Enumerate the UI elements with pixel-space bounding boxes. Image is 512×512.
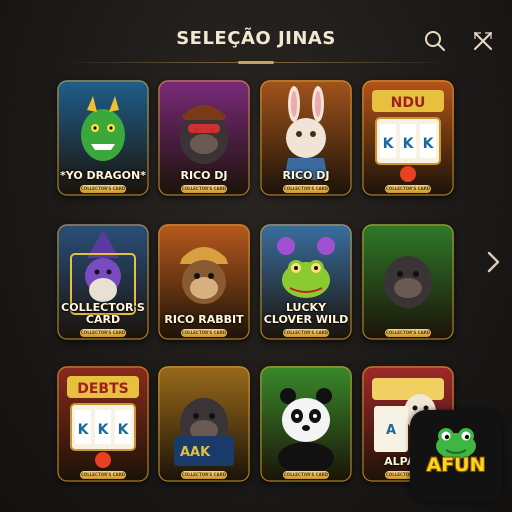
collectors-card-badge: COLLECTOR'S CARD bbox=[385, 329, 431, 337]
svg-text:K: K bbox=[78, 422, 90, 438]
collectors-card-badge: COLLECTOR'S CARD bbox=[283, 471, 329, 479]
game-card-artwork: DEBTSK K K bbox=[57, 366, 149, 482]
svg-text:K: K bbox=[383, 136, 395, 152]
svg-text:K: K bbox=[423, 136, 435, 152]
game-card[interactable]: LUCKY CLOVER WILD COLLECTOR'S CARD bbox=[260, 224, 352, 340]
collectors-card-badge: COLLECTOR'S CARD bbox=[80, 471, 126, 479]
game-card-artwork bbox=[362, 224, 454, 340]
svg-text:AAK: AAK bbox=[180, 445, 211, 460]
game-card[interactable]: COLLECTOR'S CARD bbox=[260, 366, 352, 482]
game-card[interactable]: COLLECTOR'S CARD COLLECTOR'S CARD bbox=[57, 224, 149, 340]
game-card-title: COLLECTOR'S CARD bbox=[61, 301, 145, 326]
svg-text:K: K bbox=[98, 422, 110, 438]
brand-logo-text: AFUN bbox=[426, 454, 486, 476]
game-card[interactable]: COLLECTOR'S CARD bbox=[362, 224, 454, 340]
game-card[interactable]: NDU K K K COLLECTOR'S CARD bbox=[362, 80, 454, 196]
game-card[interactable]: DEBTS K K K COLLECTOR'S CARD bbox=[57, 366, 149, 482]
brand-logo: AFUN bbox=[410, 410, 502, 502]
collectors-card-badge: COLLECTOR'S CARD bbox=[283, 329, 329, 337]
collectors-card-badge: COLLECTOR'S CARD bbox=[80, 329, 126, 337]
game-card-title: *YO DRAGON* bbox=[60, 169, 146, 182]
svg-text:NDU: NDU bbox=[391, 95, 426, 111]
collectors-card-badge: COLLECTOR'S CARD bbox=[181, 329, 227, 337]
game-card[interactable]: RICO DJ COLLECTOR'S CARD bbox=[260, 80, 352, 196]
chevron-right-icon bbox=[487, 251, 500, 273]
game-card-title: RICO DJ bbox=[180, 169, 228, 182]
game-card-title: RICO RABBIT bbox=[164, 313, 244, 326]
next-page-button[interactable] bbox=[484, 250, 502, 274]
svg-text:A: A bbox=[386, 423, 396, 438]
game-card-title: RICO DJ bbox=[282, 169, 330, 182]
svg-text:K: K bbox=[118, 422, 130, 438]
game-card-artwork: NDUK K K bbox=[362, 80, 454, 196]
collectors-card-badge: COLLECTOR'S CARD bbox=[181, 185, 227, 193]
collectors-card-badge: COLLECTOR'S CARD bbox=[181, 471, 227, 479]
game-card[interactable]: RICO RABBIT COLLECTOR'S CARD bbox=[158, 224, 250, 340]
game-card-artwork bbox=[260, 366, 352, 482]
svg-text:DEBTS: DEBTS bbox=[77, 381, 129, 397]
game-card-title: LUCKY CLOVER WILD bbox=[263, 301, 349, 326]
collectors-card-badge: COLLECTOR'S CARD bbox=[80, 185, 126, 193]
collectors-card-badge: COLLECTOR'S CARD bbox=[385, 185, 431, 193]
game-card-artwork: AAK bbox=[158, 366, 250, 482]
game-card[interactable]: *YO DRAGON* COLLECTOR'S CARD bbox=[57, 80, 149, 196]
game-card[interactable]: RICO DJ COLLECTOR'S CARD bbox=[158, 80, 250, 196]
svg-text:K: K bbox=[403, 136, 415, 152]
collectors-card-badge: COLLECTOR'S CARD bbox=[283, 185, 329, 193]
game-card[interactable]: AAK COLLECTOR'S CARD bbox=[158, 366, 250, 482]
